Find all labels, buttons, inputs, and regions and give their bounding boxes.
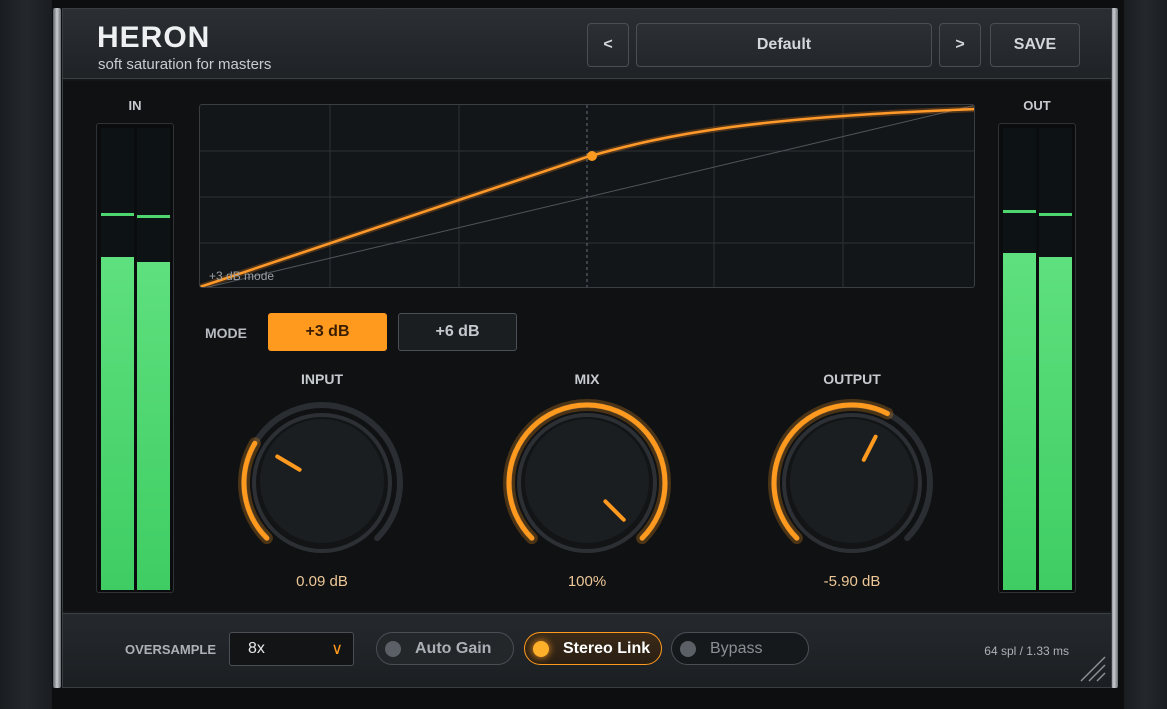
graph-mode-note: +3 dB mode [209,269,275,283]
out-meter-right-channel [1039,128,1072,590]
stereo-link-indicator [533,640,549,657]
save-button[interactable]: SAVE [990,23,1080,67]
knob-face [260,419,384,543]
stereo-link-toggle[interactable]: Stereo Link [524,632,662,665]
mode-3db-button[interactable]: +3 dB [268,313,387,351]
auto-gain-indicator [385,640,401,657]
input-knob-label: INPUT [301,371,343,387]
mix-knob-label: MIX [574,371,600,387]
resize-grip-icon[interactable] [1077,653,1107,683]
bypass-indicator [680,640,696,657]
out-meter-label: OUT [1023,98,1051,113]
rack-left [0,0,52,709]
out-meter-right-level [1039,257,1072,590]
prev-preset-button[interactable]: < [587,23,629,67]
output-knob-label: OUTPUT [823,371,881,387]
bypass-toggle[interactable]: Bypass [671,632,809,665]
output-knob[interactable] [762,391,942,571]
input-knob-value: 0.09 dB [296,573,348,590]
mix-knob-value: 100% [567,573,607,590]
input-knob[interactable] [232,391,412,571]
rack-rail-left [53,8,61,688]
mode-label: MODE [205,325,247,341]
auto-gain-label: Auto Gain [415,639,492,657]
mode-6db-button[interactable]: +6 dB [398,313,517,351]
out-meter-left-level [1003,252,1036,590]
next-preset-button[interactable]: > [939,23,981,67]
stereo-link-label: Stereo Link [563,639,651,657]
out-meter-left-channel [1003,128,1036,590]
chevron-down-icon: ∨ [331,641,343,658]
plugin-title: HERON [97,21,211,54]
rack-right [1124,0,1167,709]
input-knob-group: INPUT 0.09 dB [232,371,412,601]
in-meter-right-peak [137,215,170,219]
output-knob-value: -5.90 dB [823,573,881,590]
mix-knob-group: MIX 100% [497,371,677,601]
footer-bar: OVERSAMPLE 8x ∨ Auto Gain Stereo Link By… [63,613,1111,687]
in-meter-left-level [101,257,134,590]
plugin-window: HERON soft saturation for masters < Defa… [62,8,1112,688]
out-meter-right-peak [1039,212,1072,216]
auto-gain-toggle[interactable]: Auto Gain [376,632,514,665]
latency-readout: 64 spl / 1.33 ms [984,644,1069,658]
in-meter-label: IN [128,98,142,113]
preset-name-display[interactable]: Default [636,23,932,67]
in-meter-left-channel [101,128,134,590]
in-meter-right-channel [137,128,170,590]
header: HERON soft saturation for masters < Defa… [63,9,1111,79]
out-meter [998,123,1076,593]
mix-knob[interactable] [497,391,677,571]
output-knob-group: OUTPUT -5.90 dB [762,371,942,601]
plugin-subtitle: soft saturation for masters [98,56,272,73]
oversample-label: OVERSAMPLE [125,642,217,657]
main-panel: IN OUT +3 dB mode MODE +3 dB +6 dB INPUT… [63,81,1111,611]
transfer-curve-svg [200,105,974,287]
bypass-label: Bypass [710,639,763,657]
oversample-value: 8x [248,640,265,657]
in-meter [96,123,174,593]
knee-point[interactable] [587,151,597,161]
in-meter-right-level [137,261,170,590]
transfer-curve-graph: +3 dB mode [199,104,975,288]
knob-face [790,419,914,543]
knob-face [525,419,649,543]
out-meter-left-peak [1003,210,1036,214]
in-meter-left-peak [101,212,134,216]
oversample-select[interactable]: 8x ∨ [229,632,354,666]
